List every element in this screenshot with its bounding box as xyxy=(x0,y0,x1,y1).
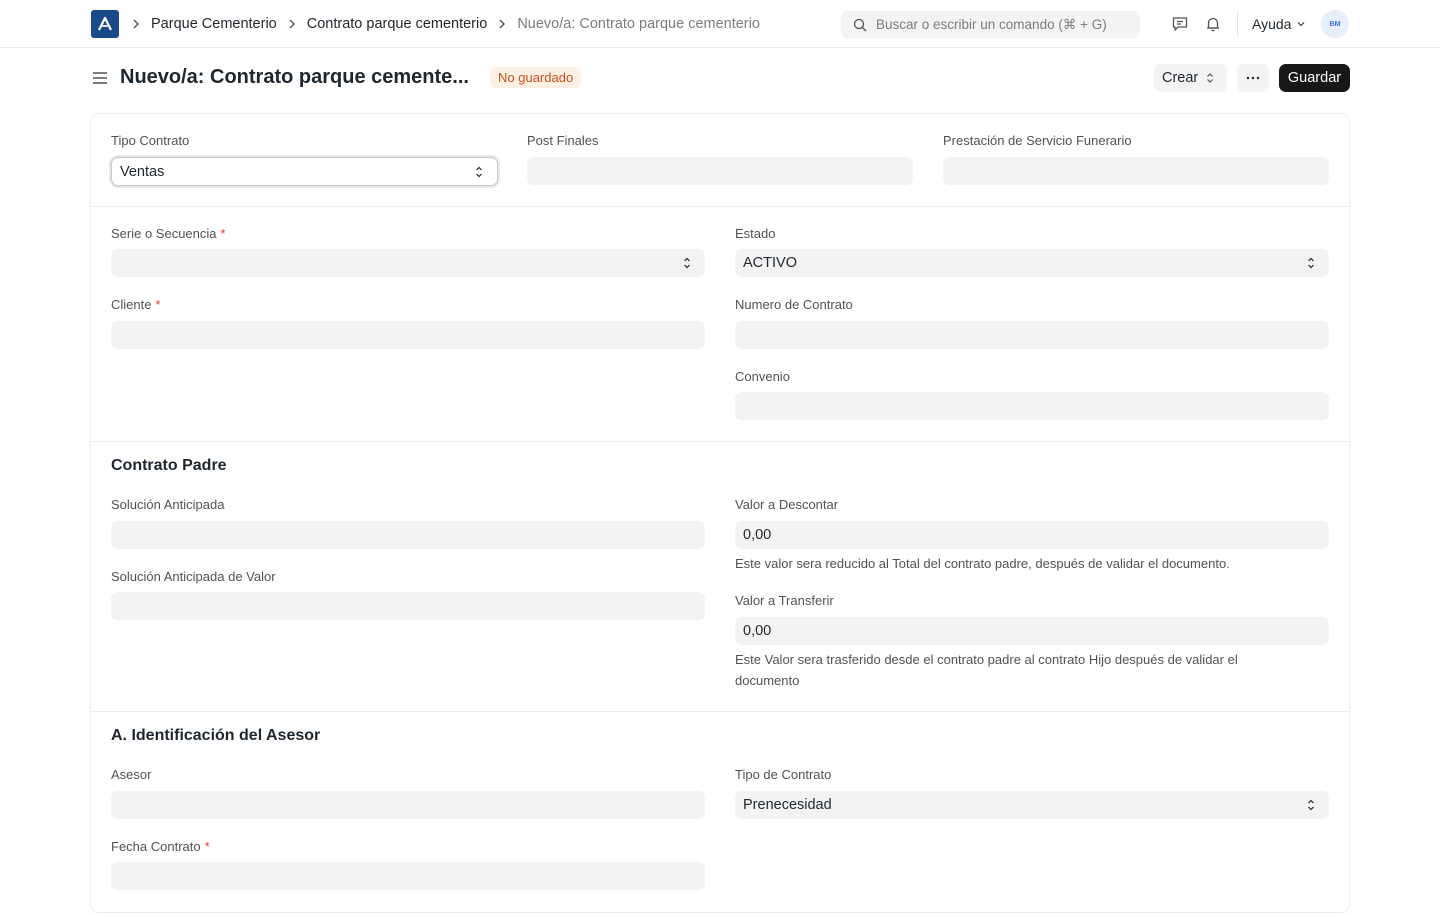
section-divider xyxy=(91,206,1349,207)
contrato-padre-heading: Contrato Padre xyxy=(111,457,227,474)
navbar: Parque Cementerio Contrato parque cement… xyxy=(0,0,1440,48)
solucion-anticipada-input[interactable] xyxy=(111,521,705,549)
cliente-label-text: Cliente xyxy=(111,297,152,312)
fecha-contrato-label-text: Fecha Contrato xyxy=(111,839,201,854)
breadcrumb-parque-cementerio[interactable]: Parque Cementerio xyxy=(151,16,277,32)
valor-descontar-help: Este valor sera reducido al Total del co… xyxy=(735,556,1230,571)
user-avatar[interactable]: BM xyxy=(1321,10,1349,38)
prestacion-label: Prestación de Servicio Funerario xyxy=(943,133,1132,148)
asesor-input[interactable] xyxy=(111,791,705,819)
ellipsis-icon xyxy=(1246,76,1260,80)
tipo-contrato-label: Tipo Contrato xyxy=(111,133,190,148)
app-logo[interactable] xyxy=(91,10,119,38)
create-button[interactable]: Crear xyxy=(1154,64,1227,92)
search-bar[interactable] xyxy=(841,11,1140,38)
cliente-input[interactable] xyxy=(111,321,705,349)
chevron-updown-icon xyxy=(683,256,691,270)
valor-transferir-label: Valor a Transferir xyxy=(735,593,834,608)
valor-descontar-label: Valor a Descontar xyxy=(735,497,839,512)
valor-transferir-help-line1: Este Valor sera trasferido desde el cont… xyxy=(735,652,1238,667)
tipo-de-contrato-select[interactable]: Prenecesidad xyxy=(735,791,1329,819)
convenio-input[interactable] xyxy=(735,392,1329,420)
chevron-updown-icon xyxy=(1206,72,1214,84)
page-title: Nuevo/a: Contrato parque cemente... xyxy=(120,66,469,88)
create-label: Crear xyxy=(1162,70,1199,86)
estado-label: Estado xyxy=(735,226,776,241)
help-label: Ayuda xyxy=(1252,16,1292,32)
valor-transferir-input[interactable]: 0,00 xyxy=(735,617,1329,645)
post-finales-label: Post Finales xyxy=(527,133,599,148)
numero-contrato-label: Numero de Contrato xyxy=(735,297,853,312)
fecha-contrato-input[interactable] xyxy=(111,862,705,890)
more-options-button[interactable] xyxy=(1237,64,1269,92)
tipo-de-contrato-label: Tipo de Contrato xyxy=(735,767,832,782)
breadcrumb-current: Nuevo/a: Contrato parque cementerio xyxy=(517,16,760,32)
chevron-right-icon xyxy=(496,18,508,30)
logo-a-icon xyxy=(98,16,112,31)
tipo-de-contrato-value: Prenecesidad xyxy=(743,797,832,813)
required-marker: * xyxy=(220,226,226,241)
breadcrumb: Parque Cementerio Contrato parque cement… xyxy=(130,0,760,48)
search-icon xyxy=(853,18,867,31)
search-input[interactable] xyxy=(876,17,1126,32)
fecha-contrato-label: Fecha Contrato * xyxy=(111,839,210,854)
chevron-right-icon xyxy=(130,18,142,30)
prestacion-input[interactable] xyxy=(943,157,1329,185)
required-marker: * xyxy=(204,839,210,854)
cliente-label: Cliente * xyxy=(111,297,161,312)
hamburger-menu-icon[interactable] xyxy=(92,70,108,91)
post-finales-input[interactable] xyxy=(527,157,913,185)
required-marker: * xyxy=(155,297,161,312)
solucion-anticipada-label: Solución Anticipada xyxy=(111,497,225,512)
solucion-anticipada-valor-label: Solución Anticipada de Valor xyxy=(111,569,276,584)
bell-icon[interactable] xyxy=(1203,14,1223,34)
estado-value: ACTIVO xyxy=(743,255,797,271)
valor-descontar-input[interactable]: 0,00 xyxy=(735,521,1329,549)
chat-icon[interactable] xyxy=(1170,14,1190,34)
chevron-updown-icon xyxy=(1307,798,1315,812)
valor-transferir-help: Este Valor sera trasferido desde el cont… xyxy=(735,649,1329,691)
breadcrumb-contrato[interactable]: Contrato parque cementerio xyxy=(307,16,488,32)
chevron-right-icon xyxy=(286,18,298,30)
valor-transferir-help-line2: documento xyxy=(735,673,800,688)
asesor-label: Asesor xyxy=(111,767,152,782)
estado-select[interactable]: ACTIVO xyxy=(735,249,1329,277)
tipo-contrato-value: Ventas xyxy=(120,163,165,180)
section-divider xyxy=(91,711,1349,712)
chevron-down-icon xyxy=(1296,19,1306,29)
asesor-section-heading: A. Identificación del Asesor xyxy=(111,727,321,744)
serie-label: Serie o Secuencia * xyxy=(111,226,226,241)
chevron-updown-icon xyxy=(1307,256,1315,270)
save-button[interactable]: Guardar xyxy=(1279,64,1350,92)
nav-divider xyxy=(1237,12,1238,36)
numero-contrato-input[interactable] xyxy=(735,321,1329,349)
serie-select[interactable] xyxy=(111,249,705,277)
serie-label-text: Serie o Secuencia xyxy=(111,226,217,241)
convenio-label: Convenio xyxy=(735,369,790,384)
help-dropdown[interactable]: Ayuda xyxy=(1252,0,1306,48)
tipo-contrato-select[interactable]: Ventas xyxy=(111,157,498,186)
section-divider xyxy=(91,441,1349,442)
chevron-updown-icon xyxy=(475,165,483,179)
status-badge: No guardado xyxy=(490,67,582,88)
page-header: Nuevo/a: Contrato parque cemente... No g… xyxy=(0,48,1440,114)
form-card: Tipo Contrato Ventas Post Finales Presta… xyxy=(90,113,1350,913)
solucion-anticipada-valor-input[interactable] xyxy=(111,592,705,620)
